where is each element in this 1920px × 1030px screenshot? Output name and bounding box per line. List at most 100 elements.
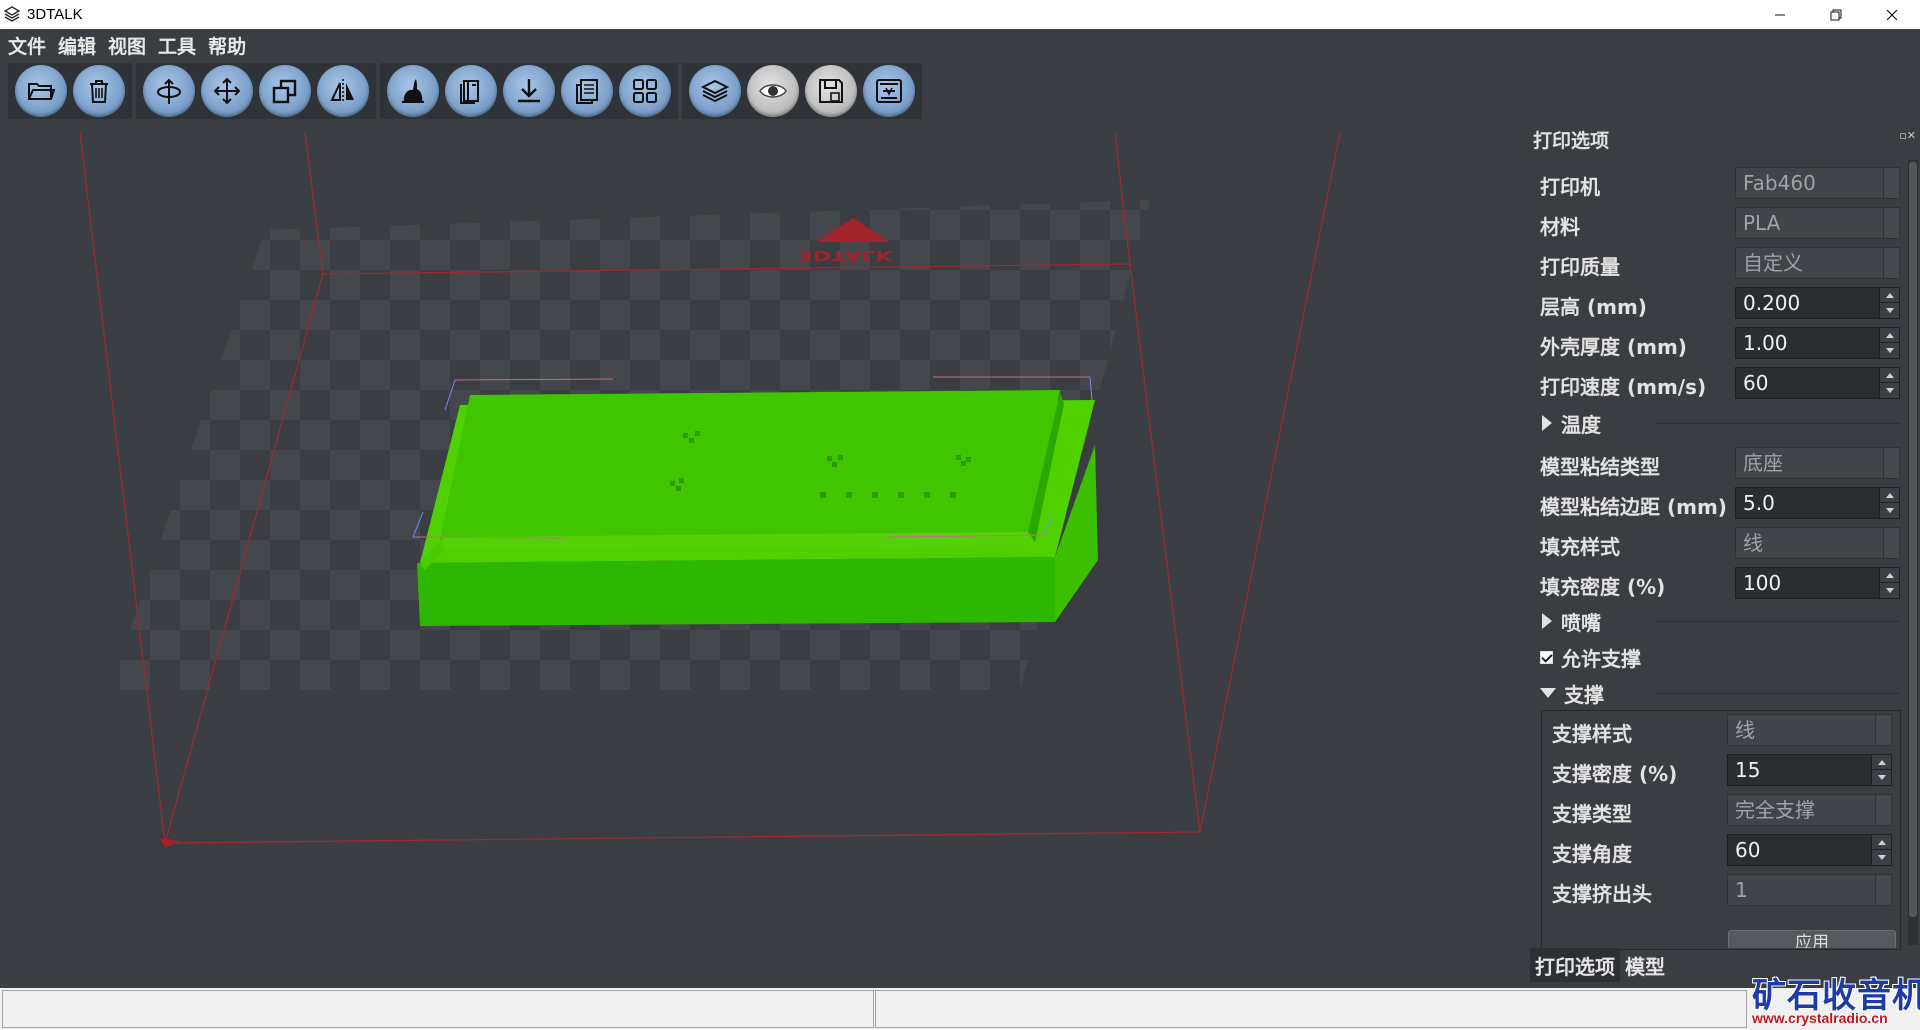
adhesion-type-select[interactable]: 底座 [1735,447,1900,479]
dropdown-arrow-icon [1883,528,1899,558]
move-button[interactable] [201,65,253,117]
apply-button[interactable]: 应用 [1728,930,1896,948]
rotate-icon [157,78,181,104]
model-object[interactable] [412,376,1098,626]
nozzle-label: 喷嘴 [1561,610,1601,635]
printer-value: Fab460 [1743,171,1816,195]
shell-row: 外壳厚度 (mm) 1.00 [1540,327,1900,361]
open-file-button[interactable] [15,65,67,117]
support-angle-spinbox[interactable]: 60 [1727,834,1892,866]
spin-arrows-icon[interactable] [1879,488,1900,518]
restore-button[interactable] [1808,0,1864,29]
quality-select[interactable]: 自定义 [1735,247,1900,279]
books-button[interactable] [445,65,497,117]
material-select[interactable]: PLA [1735,207,1900,239]
infill-density-row: 填充密度 (%) 100 [1540,567,1900,601]
download-button[interactable] [503,65,555,117]
tab-print-options[interactable]: 打印选项 [1530,948,1620,982]
infill-density-label: 填充密度 (%) [1540,575,1666,599]
support-density-row: 支撑密度 (%) 15 [1552,754,1892,788]
menu-file[interactable]: 文件 [8,32,46,59]
layer-height-label: 层高 (mm) [1540,295,1647,319]
layer-height-spinbox[interactable]: 0.200 [1735,287,1900,319]
minimize-button[interactable] [1752,0,1808,29]
3d-viewport[interactable]: 3DTALK [0,121,1530,986]
dropdown-arrow-icon [1875,795,1891,825]
close-button[interactable] [1864,0,1920,29]
menu-help[interactable]: 帮助 [208,32,246,59]
spin-arrows-icon[interactable] [1879,568,1900,598]
support-type-select[interactable]: 完全支撑 [1727,794,1892,826]
toolbar-group-transform [136,63,376,119]
support-density-value: 15 [1735,758,1761,782]
support-extruder-value: 1 [1735,878,1748,902]
adhesion-type-row: 模型粘结类型 底座 [1540,447,1900,481]
printer-select[interactable]: Fab460 [1735,167,1900,199]
support-type-label: 支撑类型 [1552,802,1632,826]
dropdown-arrow-icon [1883,168,1899,198]
arrange-button[interactable] [619,65,671,117]
support-angle-label: 支撑角度 [1552,842,1632,866]
dropdown-arrow-icon [1883,208,1899,238]
app-logo-icon [3,5,21,22]
scale-button[interactable] [259,65,311,117]
status-bar [0,988,1920,1030]
menu-tools[interactable]: 工具 [158,32,196,59]
support-section[interactable]: 支撑 [1540,678,1604,708]
print-options-panel: 打印机 Fab460 材料 PLA 打印质量 自定义 层高 (mm) 0.200… [1530,160,1908,950]
support-angle-row: 支撑角度 60 [1552,834,1892,868]
support-density-spinbox[interactable]: 15 [1727,754,1892,786]
printer-row: 打印机 Fab460 [1540,167,1900,201]
expand-arrow-icon [1542,613,1552,629]
support-type-row: 支撑类型 完全支撑 [1552,794,1892,828]
infill-density-spinbox[interactable]: 100 [1735,567,1900,599]
menu-view[interactable]: 视图 [108,32,146,59]
speed-spinbox[interactable]: 60 [1735,367,1900,399]
infill-pattern-value: 线 [1743,531,1763,555]
shell-spinbox[interactable]: 1.00 [1735,327,1900,359]
panel-scrollbar[interactable] [1908,160,1918,945]
scale-icon [272,79,297,104]
speed-value: 60 [1743,371,1769,395]
spin-arrows-icon[interactable] [1879,288,1900,318]
spin-arrows-icon[interactable] [1871,835,1892,865]
nozzle-section[interactable]: 喷嘴 [1542,606,1601,636]
infill-pattern-select[interactable]: 线 [1735,527,1900,559]
dropdown-arrow-icon [1875,715,1891,745]
layers-button[interactable] [689,65,741,117]
print-button[interactable] [863,65,915,117]
tab-model[interactable]: 模型 [1620,948,1670,982]
toolbar-group-model [380,63,678,119]
watermark: 矿石收音机 www.crystalradio.cn [1752,968,1920,1030]
adhesion-margin-spinbox[interactable]: 5.0 [1735,487,1900,519]
copy-button[interactable] [561,65,613,117]
minimize-icon [1775,14,1785,15]
quality-row: 打印质量 自定义 [1540,247,1900,281]
watermark-url: www.crystalradio.cn [1752,1010,1888,1026]
allow-support-checkbox[interactable]: 允许支撑 [1540,642,1641,672]
save-gcode-button[interactable] [805,65,857,117]
support-pattern-select[interactable]: 线 [1727,714,1892,746]
delete-button[interactable] [73,65,125,117]
support-extruder-select[interactable]: 1 [1727,874,1892,906]
spin-arrows-icon[interactable] [1879,368,1900,398]
model-library-icon [402,79,424,103]
rotate-button[interactable] [143,65,195,117]
model-library-button[interactable] [387,65,439,117]
temperature-section[interactable]: 温度 [1542,408,1601,438]
toolbar [0,61,1920,121]
scrollbar-thumb[interactable] [1909,162,1917,917]
adhesion-margin-label: 模型粘结边距 (mm) [1540,495,1727,519]
support-extruder-label: 支撑挤出头 [1552,882,1652,906]
menu-edit[interactable]: 编辑 [58,32,96,59]
dock-float-close-icon[interactable]: ▫✕ [1899,129,1916,142]
spin-arrows-icon[interactable] [1879,328,1900,358]
infill-pattern-label: 填充样式 [1540,535,1620,559]
preview-button[interactable] [747,65,799,117]
spin-arrows-icon[interactable] [1871,755,1892,785]
build-plate-scene: 3DTALK [79,132,1341,848]
toolbar-group-print [682,63,922,119]
mirror-button[interactable] [317,65,369,117]
status-field-left [2,990,874,1028]
adhesion-margin-value: 5.0 [1743,491,1775,515]
